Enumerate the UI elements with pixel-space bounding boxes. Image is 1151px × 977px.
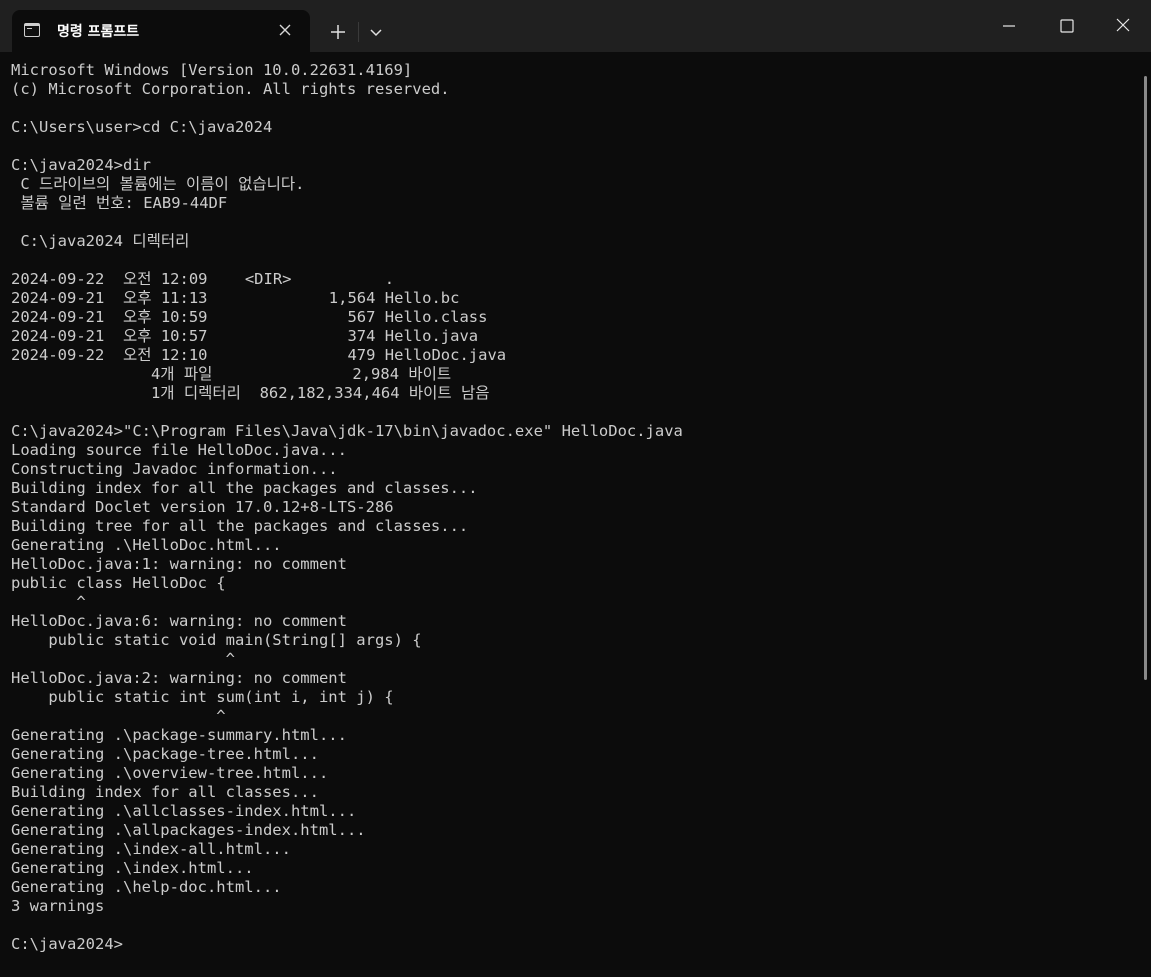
- maximize-icon: [1060, 19, 1074, 33]
- console-icon: [24, 23, 40, 37]
- console-line: ^: [11, 593, 86, 611]
- console-line: ^: [11, 650, 235, 668]
- console-line: Generating .\overview-tree.html...: [11, 764, 329, 782]
- console-line: Generating .\package-tree.html...: [11, 745, 319, 763]
- console-line: C:\java2024>"C:\Program Files\Java\jdk-1…: [11, 422, 683, 440]
- console-line: Generating .\index-all.html...: [11, 840, 291, 858]
- console-line: Microsoft Windows [Version 10.0.22631.41…: [11, 61, 413, 79]
- console-line: Generating .\allclasses-index.html...: [11, 802, 357, 820]
- console-line: 2024-09-22 오전 12:09 <DIR> .: [11, 270, 395, 288]
- new-tab-button[interactable]: [322, 18, 354, 46]
- console-line: 3 warnings: [11, 897, 105, 915]
- console-line: 2024-09-21 오후 10:59 567 Hello.class: [11, 308, 488, 326]
- console-line: 4개 파일 2,984 바이트: [11, 365, 452, 383]
- console-line: C:\Users\user>cd C:\java2024: [11, 118, 273, 136]
- console-line: 2024-09-21 오후 10:57 374 Hello.java: [11, 327, 479, 345]
- console-line: HelloDoc.java:2: warning: no comment: [11, 669, 347, 687]
- console-line: Constructing Javadoc information...: [11, 460, 338, 478]
- minimize-icon: [1003, 25, 1015, 27]
- close-window-button[interactable]: [1100, 6, 1146, 44]
- maximize-button[interactable]: [1044, 6, 1090, 44]
- chevron-down-icon: [370, 29, 382, 37]
- console-line: public static int sum(int i, int j) {: [11, 688, 394, 706]
- plus-icon: [331, 25, 345, 39]
- tab-title: 명령 프롬프트: [57, 24, 140, 40]
- console-line: Standard Doclet version 17.0.12+8-LTS-28…: [11, 498, 394, 516]
- terminal-window: 명령 프롬프트 Microsoft Windows [Version 10.0.…: [0, 0, 1151, 977]
- console-line: Building tree for all the packages and c…: [11, 517, 469, 535]
- console-line: C 드라이브의 볼륨에는 이름이 없습니다.: [11, 175, 305, 193]
- title-bar[interactable]: 명령 프롬프트: [0, 0, 1151, 52]
- vertical-scrollbar[interactable]: [1141, 76, 1149, 976]
- console-line: HelloDoc.java:1: warning: no comment: [11, 555, 347, 573]
- console-output-area[interactable]: Microsoft Windows [Version 10.0.22631.41…: [0, 52, 1151, 977]
- console-line: 2024-09-21 오후 11:13 1,564 Hello.bc: [11, 289, 460, 307]
- console-text: Microsoft Windows [Version 10.0.22631.41…: [11, 61, 683, 954]
- scrollbar-thumb[interactable]: [1144, 76, 1147, 680]
- close-icon: [279, 24, 291, 36]
- console-line: Generating .\HelloDoc.html...: [11, 536, 282, 554]
- console-line: (c) Microsoft Corporation. All rights re…: [11, 80, 450, 98]
- tab-divider: [358, 22, 359, 42]
- console-line: C:\java2024>: [11, 935, 123, 953]
- minimize-button[interactable]: [986, 6, 1032, 44]
- console-line: Generating .\help-doc.html...: [11, 878, 282, 896]
- console-line: Generating .\index.html...: [11, 859, 254, 877]
- console-line: Generating .\allpackages-index.html...: [11, 821, 366, 839]
- console-line: public static void main(String[] args) {: [11, 631, 422, 649]
- console-line: Loading source file HelloDoc.java...: [11, 441, 347, 459]
- console-line: C:\java2024 디렉터리: [11, 232, 190, 250]
- console-line: ^: [11, 707, 226, 725]
- console-line: Generating .\package-summary.html...: [11, 726, 347, 744]
- console-line: Building index for all classes...: [11, 783, 319, 801]
- tab-command-prompt[interactable]: 명령 프롬프트: [12, 10, 310, 52]
- console-line: 1개 디렉터리 862,182,334,464 바이트 남음: [11, 384, 490, 402]
- close-tab-button[interactable]: [274, 19, 296, 41]
- tab-dropdown-button[interactable]: [362, 18, 390, 46]
- close-icon: [1116, 18, 1130, 32]
- console-line: HelloDoc.java:6: warning: no comment: [11, 612, 347, 630]
- console-line: C:\java2024>dir: [11, 156, 151, 174]
- console-line: 2024-09-22 오전 12:10 479 HelloDoc.java: [11, 346, 507, 364]
- console-line: 볼륨 일련 번호: EAB9-44DF: [11, 194, 228, 212]
- console-line: Building index for all the packages and …: [11, 479, 478, 497]
- console-line: public class HelloDoc {: [11, 574, 226, 592]
